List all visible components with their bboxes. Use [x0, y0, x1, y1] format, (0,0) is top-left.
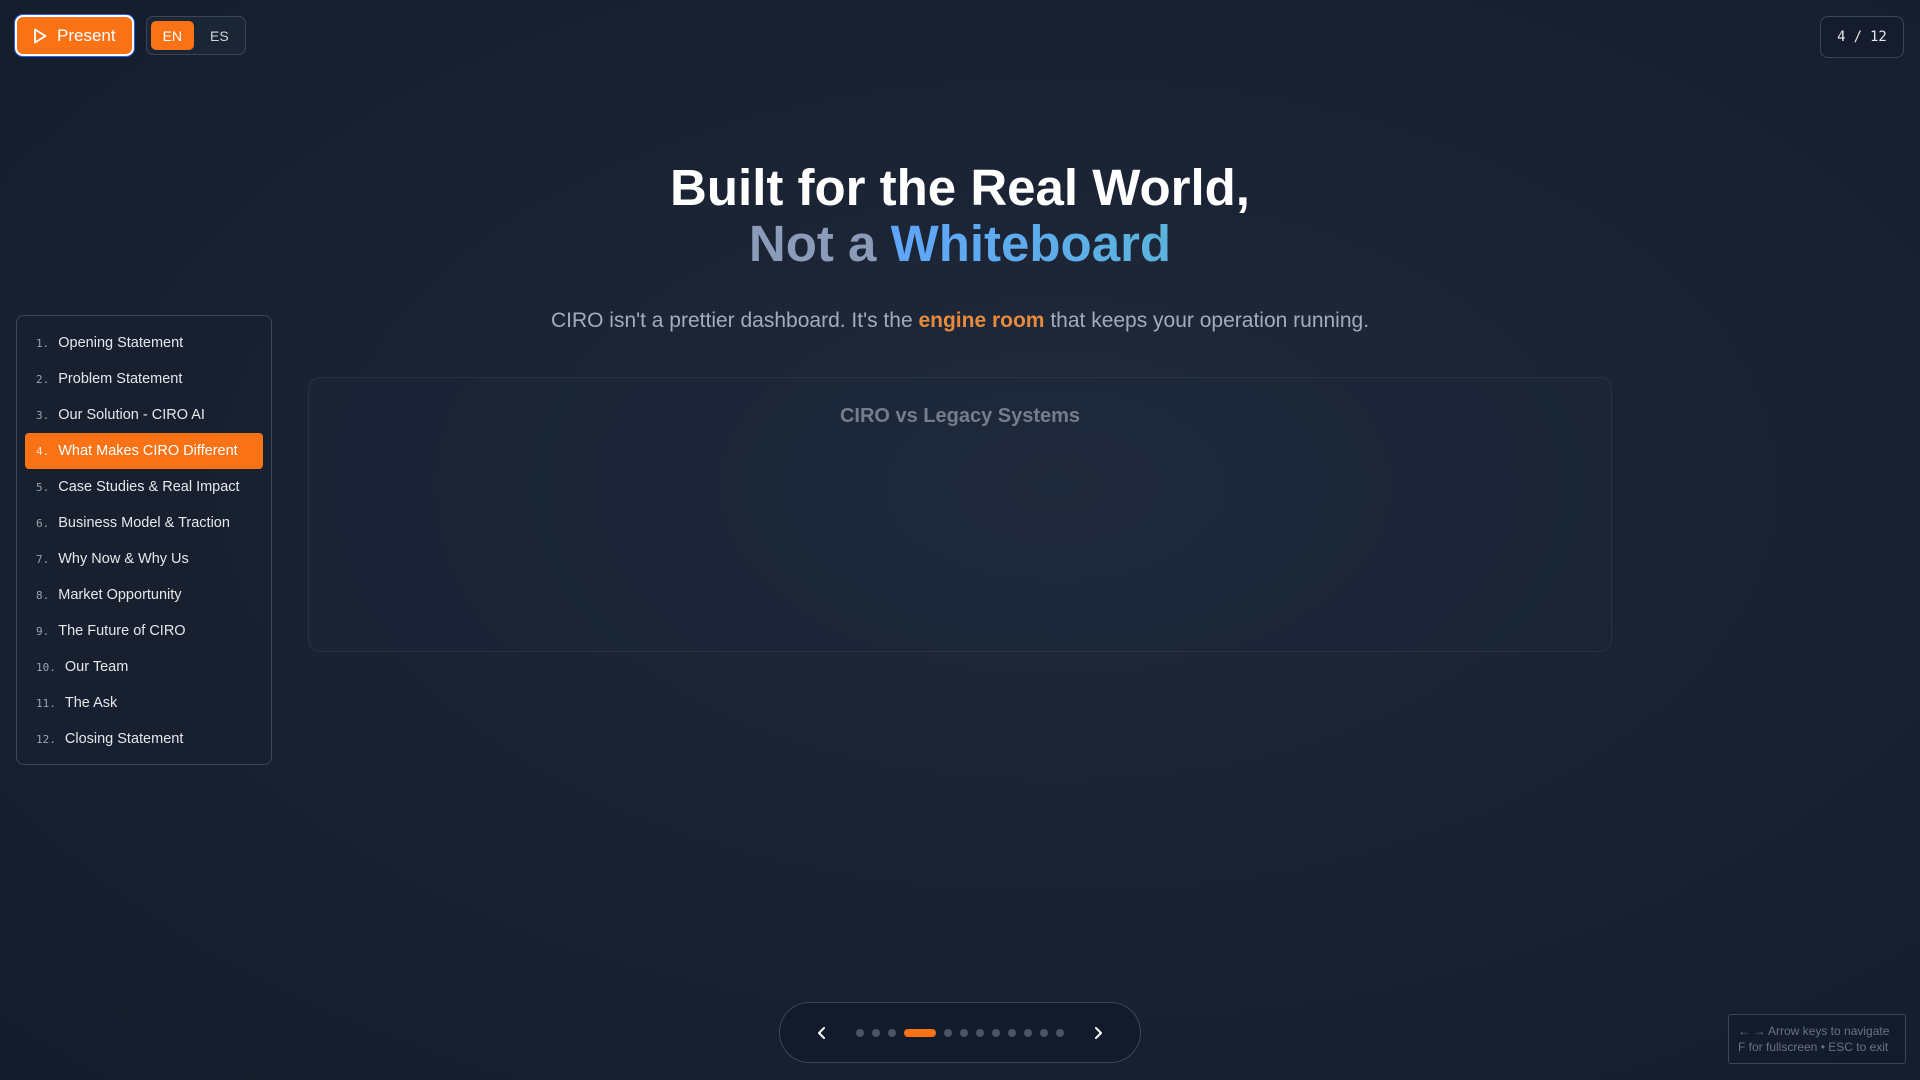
- toc-item-label: Business Model & Traction: [58, 515, 230, 531]
- toc-item-problem-statement[interactable]: 2. Problem Statement: [25, 361, 263, 397]
- toc-item-the-ask[interactable]: 11. The Ask: [25, 685, 263, 721]
- slide-title-accent: Whiteboard: [890, 215, 1172, 272]
- slide-counter-current: 4: [1837, 29, 1846, 45]
- toc-item-label: Opening Statement: [58, 335, 184, 351]
- toc-item-number: 4.: [36, 444, 50, 458]
- toc-item-our-team[interactable]: 10. Our Team: [25, 649, 263, 685]
- toc-item-what-makes-ciro-different[interactable]: 4. What Makes CIRO Different: [25, 433, 263, 469]
- toc-item-label: What Makes CIRO Different: [58, 443, 238, 459]
- previous-slide-button[interactable]: [810, 1021, 834, 1045]
- language-es-button[interactable]: ES: [198, 21, 241, 50]
- slide-dot-8[interactable]: [992, 1028, 1000, 1037]
- slide-dot-9[interactable]: [1008, 1028, 1016, 1037]
- toc-item-label: The Future of CIRO: [58, 623, 186, 639]
- toc-item-label: Case Studies & Real Impact: [58, 479, 240, 495]
- toc-item-label: Market Opportunity: [58, 587, 182, 603]
- subtitle-after: that keeps your operation running.: [1050, 309, 1370, 332]
- toc-item-label: Our Solution - CIRO AI: [58, 407, 205, 423]
- slide-title-line2: Not a Whiteboard: [0, 216, 1920, 272]
- toc-item-number: 5.: [36, 480, 50, 494]
- play-icon: [34, 28, 47, 43]
- language-en-button[interactable]: EN: [150, 21, 195, 50]
- toc-item-why-now[interactable]: 7. Why Now & Why Us: [25, 541, 263, 577]
- toc-item-label: Problem Statement: [58, 371, 183, 387]
- comparison-panel: CIRO vs Legacy Systems: [308, 377, 1612, 652]
- subtitle-before: CIRO isn't a prettier dashboard. It's th…: [550, 309, 913, 332]
- toc-item-number: 11.: [36, 696, 56, 710]
- slide-dot-10[interactable]: [1024, 1028, 1032, 1037]
- keyboard-hint-line2: F for fullscreen • ESC to exit: [1738, 1040, 1889, 1054]
- toc-item-number: 12.: [36, 732, 56, 746]
- slide-counter-total: 12: [1870, 29, 1887, 45]
- toc-item-our-solution[interactable]: 3. Our Solution - CIRO AI: [25, 397, 263, 433]
- toc-item-label: Our Team: [64, 659, 129, 675]
- slide-dot-4[interactable]: [904, 1028, 936, 1037]
- chevron-right-icon: [1095, 1026, 1102, 1039]
- language-toggle: EN ES: [145, 16, 246, 55]
- toc-item-closing-statement[interactable]: 12. Closing Statement: [25, 721, 263, 757]
- toc-item-number: 1.: [36, 336, 50, 350]
- slide-title-line1: Built for the Real World,: [670, 159, 1250, 216]
- slide-subtitle: CIRO isn't a prettier dashboard. It's th…: [0, 309, 1920, 333]
- slide-counter: 4 / 12: [1820, 16, 1904, 58]
- slide-dots: [856, 1028, 1064, 1037]
- slide-dot-12[interactable]: [1056, 1028, 1064, 1037]
- slide-dot-2[interactable]: [872, 1028, 880, 1037]
- toc-item-case-studies[interactable]: 5. Case Studies & Real Impact: [25, 469, 263, 505]
- keyboard-hint: ← → Arrow keys to navigate F for fullscr…: [1728, 1014, 1906, 1064]
- toc-item-number: 8.: [36, 588, 50, 602]
- slide-dot-11[interactable]: [1040, 1028, 1048, 1037]
- toc-item-number: 10.: [36, 660, 56, 674]
- toc-item-number: 7.: [36, 552, 50, 566]
- top-controls: Present EN ES: [15, 15, 246, 56]
- comparison-panel-title: CIRO vs Legacy Systems: [839, 405, 1081, 427]
- slide-navigation: [779, 1002, 1141, 1063]
- slide-dot-3[interactable]: [888, 1028, 896, 1037]
- toc-item-number: 9.: [36, 624, 50, 638]
- slide-title: Built for the Real World, Not a Whiteboa…: [0, 160, 1920, 272]
- toc-item-future-of-ciro[interactable]: 9. The Future of CIRO: [25, 613, 263, 649]
- next-slide-button[interactable]: [1086, 1021, 1110, 1045]
- toc-item-label: Why Now & Why Us: [58, 551, 189, 567]
- slide-dot-7[interactable]: [976, 1028, 984, 1037]
- slide-dot-6[interactable]: [960, 1028, 968, 1037]
- keyboard-hint-line1: ← → Arrow keys to navigate: [1738, 1024, 1890, 1038]
- present-button-label: Present: [57, 25, 116, 45]
- slide-dot-1[interactable]: [856, 1028, 864, 1037]
- slide-counter-separator: /: [1853, 29, 1862, 45]
- table-of-contents: 1. Opening Statement 2. Problem Statemen…: [16, 315, 272, 765]
- toc-item-business-model[interactable]: 6. Business Model & Traction: [25, 505, 263, 541]
- present-button[interactable]: Present: [15, 15, 134, 56]
- slide-title-muted: Not a: [748, 215, 877, 272]
- toc-item-number: 6.: [36, 516, 50, 530]
- toc-item-market-opportunity[interactable]: 8. Market Opportunity: [25, 577, 263, 613]
- toc-item-label: Closing Statement: [64, 731, 184, 747]
- slide-dot-5[interactable]: [944, 1028, 952, 1037]
- toc-item-number: 2.: [36, 372, 50, 386]
- chevron-left-icon: [818, 1026, 825, 1039]
- subtitle-highlight: engine room: [918, 309, 1045, 332]
- toc-item-label: The Ask: [64, 695, 118, 711]
- toc-item-number: 3.: [36, 408, 50, 422]
